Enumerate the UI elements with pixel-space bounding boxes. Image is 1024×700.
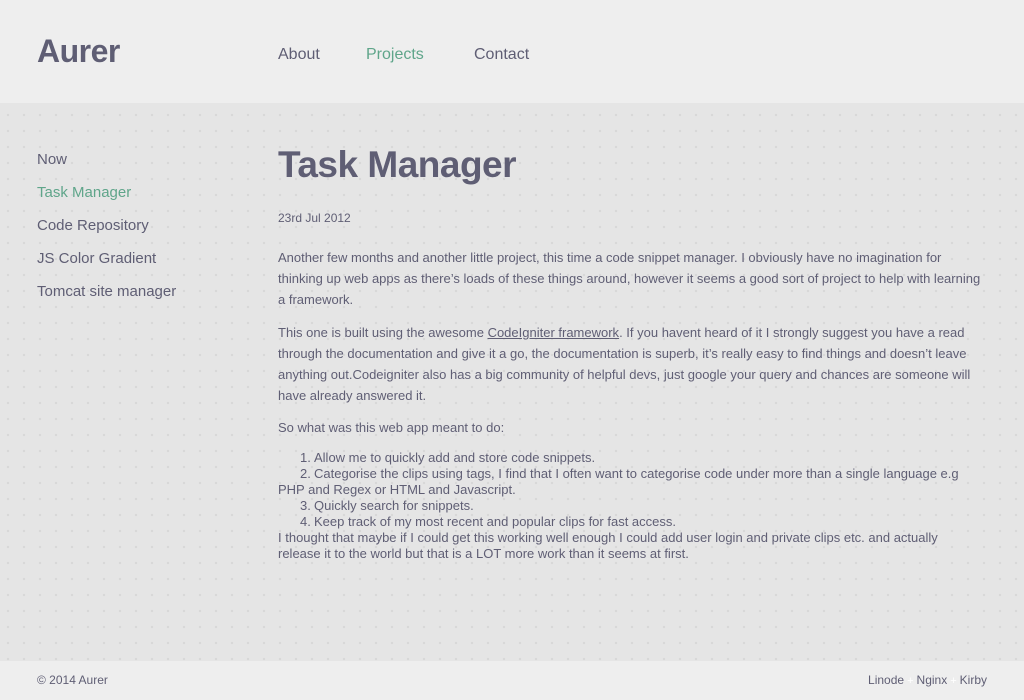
- nav-item-about[interactable]: About: [278, 46, 320, 64]
- list-number: 1.: [300, 450, 311, 465]
- list-text: Keep track of my most recent and popular…: [314, 514, 676, 529]
- credit-link-kirby[interactable]: Kirby: [960, 673, 987, 687]
- credit-link-linode[interactable]: Linode: [868, 673, 904, 687]
- post-date: 23rd Jul 2012: [278, 211, 351, 225]
- sidebar-item-now[interactable]: Now: [37, 143, 176, 176]
- sidebar-item-code-repository[interactable]: Code Repository: [37, 209, 176, 242]
- list-item: 4. Keep track of my most recent and popul…: [278, 514, 983, 530]
- list-text: Quickly search for snippets.: [314, 498, 474, 513]
- list-item: 1. Allow me to quickly add and store code…: [278, 450, 983, 466]
- list-text: Categorise the clips using tags, I find …: [278, 466, 959, 497]
- nav-item-projects[interactable]: Projects: [366, 46, 424, 64]
- copyright: © 2014 Aurer: [37, 673, 108, 687]
- codeigniter-link[interactable]: CodeIgniter framework: [488, 325, 620, 340]
- article-paragraph-3: So what was this web app meant to do:: [278, 420, 505, 435]
- list-number: 2.: [300, 466, 311, 481]
- separator-icon: +: [950, 675, 957, 687]
- article: Task Manager 23rd Jul 2012 Another few m…: [278, 143, 983, 562]
- site-logo[interactable]: Aurer: [37, 33, 120, 70]
- main-area: Now Task Manager Code Repository JS Colo…: [0, 103, 1024, 661]
- separator-icon: +: [907, 675, 914, 687]
- credit-link-nginx[interactable]: Nginx: [917, 673, 948, 687]
- sidebar-item-tomcat-site-manager[interactable]: Tomcat site manager: [37, 275, 176, 308]
- nav-item-contact[interactable]: Contact: [474, 46, 529, 64]
- footer-credits: Linode + Nginx + Kirby: [868, 673, 987, 687]
- article-closing: I thought that maybe if I could get this…: [278, 530, 938, 561]
- list-item: 2. Categorise the clips using tags, I fin…: [278, 466, 983, 498]
- page-title: Task Manager: [278, 144, 517, 185]
- list-number: 4.: [300, 514, 311, 529]
- paragraph-text: This one is built using the awesome: [278, 325, 488, 340]
- article-paragraph-2: This one is built using the awesome Code…: [278, 322, 983, 406]
- sidebar: Now Task Manager Code Repository JS Colo…: [37, 143, 176, 308]
- list-number: 3.: [300, 498, 311, 513]
- list-text: Allow me to quickly add and store code s…: [314, 450, 596, 465]
- sidebar-item-js-color-gradient[interactable]: JS Color Gradient: [37, 242, 176, 275]
- article-paragraph-1: Another few months and another little pr…: [278, 250, 981, 307]
- site-footer: © 2014 Aurer Linode + Nginx + Kirby: [0, 661, 1024, 700]
- site-header: Aurer About Projects Contact: [0, 0, 1024, 103]
- sidebar-item-task-manager[interactable]: Task Manager: [37, 176, 176, 209]
- list-item: 3. Quickly search for snippets.: [278, 498, 983, 514]
- feature-list: 1. Allow me to quickly add and store code…: [278, 450, 983, 530]
